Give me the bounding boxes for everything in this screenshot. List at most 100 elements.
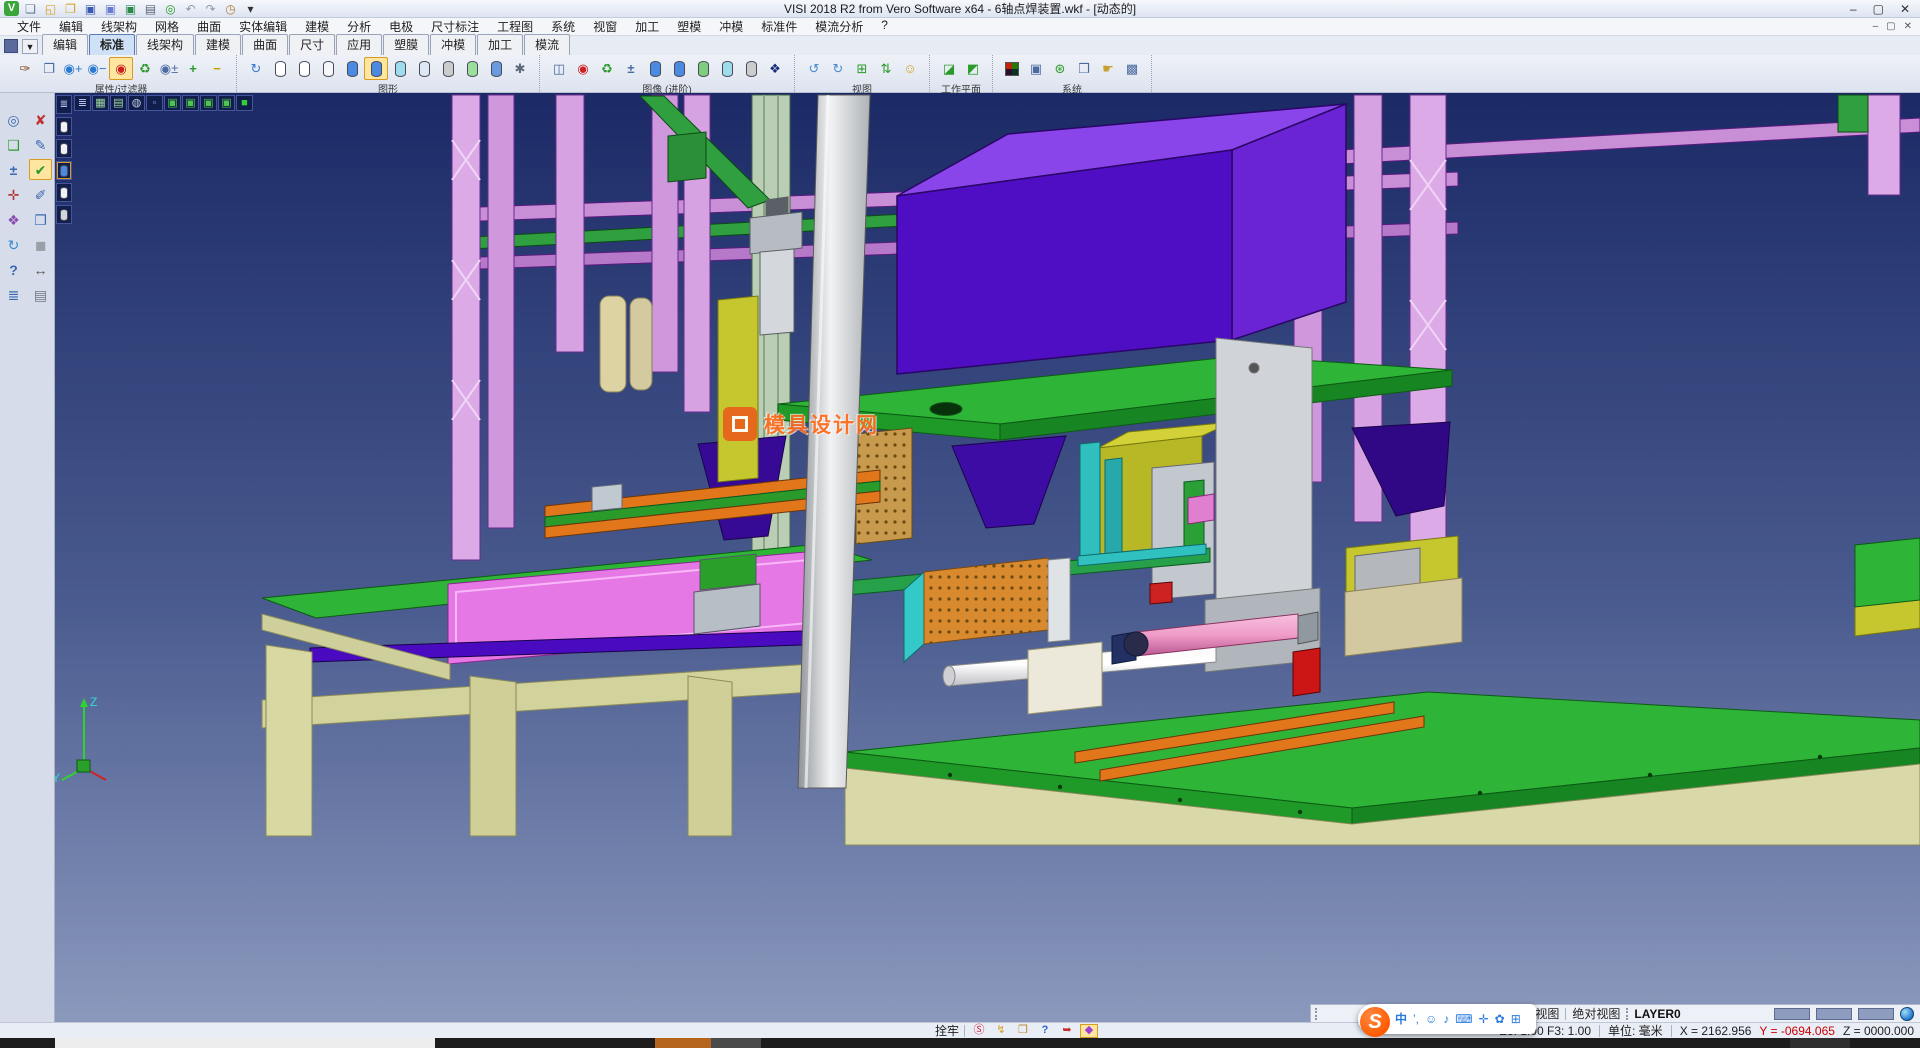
tab-dimension[interactable]: 尺寸 [289, 34, 335, 55]
tab-modeling[interactable]: 建模 [195, 34, 241, 55]
view-menu-icon[interactable]: ≣ [74, 95, 91, 111]
advanced-toggle-icon[interactable]: ± [619, 57, 643, 80]
delete-sketch-icon[interactable]: ✘ [29, 109, 52, 130]
close-button[interactable]: ✕ [1900, 2, 1910, 16]
ime-logo-icon[interactable]: S [1360, 1007, 1390, 1037]
open-file-icon[interactable]: ◱ [42, 1, 59, 16]
drag-handle[interactable] [1315, 1008, 1319, 1020]
menu-mold[interactable]: 塑模 [668, 18, 710, 35]
menu-wireframe[interactable]: 线架构 [92, 18, 146, 35]
image-export-icon[interactable]: ▣ [1024, 57, 1048, 80]
import-file-icon[interactable]: ❐ [62, 1, 79, 16]
menu-drawing[interactable]: 工程图 [488, 18, 542, 35]
taskbar-app-active[interactable] [655, 1038, 711, 1048]
doc-minimize-button[interactable]: – [1873, 21, 1879, 32]
menu-electrode[interactable]: 电极 [380, 18, 422, 35]
save-icon[interactable]: ▣ [82, 1, 99, 16]
hanging-plates[interactable] [600, 296, 652, 392]
style-dynamic-icon[interactable] [484, 57, 508, 80]
view-layout-icon[interactable]: ⊞ [850, 57, 874, 80]
view-iso-icon-4[interactable]: ▣ [218, 95, 235, 111]
minimize-button[interactable]: – [1850, 2, 1857, 16]
measure-icon[interactable]: ↔ [29, 259, 52, 280]
style-shaded-edges-icon[interactable] [364, 57, 388, 80]
advanced-shield-icon[interactable]: ❖ [763, 57, 787, 80]
globe-icon[interactable] [1900, 1007, 1914, 1021]
tab-overflow-button[interactable]: ▼ [22, 39, 38, 54]
strip-style-hatch-icon[interactable] [56, 205, 72, 224]
add-filter-icon[interactable]: + [181, 57, 205, 80]
menu-modeling[interactable]: 建模 [296, 18, 338, 35]
strip-menu-icon[interactable]: ≣ [56, 95, 72, 114]
selection-mode-icon[interactable]: ☛ [1096, 57, 1120, 80]
help-icon[interactable]: ? [2, 259, 25, 280]
redraw-icon[interactable]: ↻ [244, 57, 268, 80]
advanced-cube-icon[interactable]: ◫ [547, 57, 571, 80]
taskbar-app[interactable] [711, 1038, 761, 1048]
move-origin-icon[interactable]: ✛ [2, 184, 25, 205]
red-clamp[interactable] [1293, 648, 1320, 696]
dynamic-view-icon[interactable]: ➥ [1058, 1024, 1076, 1038]
advanced-solid-icon[interactable] [643, 57, 667, 80]
save-all-icon[interactable]: ▣ [122, 1, 139, 16]
entity-filter-icon[interactable]: ◉ [109, 57, 133, 80]
view-smiley-icon[interactable]: ☺ [898, 57, 922, 80]
tab-die[interactable]: 冲模 [430, 34, 476, 55]
frame-select-icon[interactable]: ❑ [2, 134, 25, 155]
style-hatched-icon[interactable] [436, 57, 460, 80]
advanced-hatched-icon[interactable] [739, 57, 763, 80]
new-file-icon[interactable]: ❏ [22, 1, 39, 16]
menu-standard-parts[interactable]: 标准件 [752, 18, 806, 35]
redo-icon[interactable]: ↷ [202, 1, 219, 16]
cube-display-icon[interactable]: ◼ [29, 234, 52, 255]
render-palette-icon[interactable]: ❖ [2, 209, 25, 230]
strip-style-wire-icon[interactable] [56, 117, 72, 136]
advanced-check-icon[interactable] [691, 57, 715, 80]
menu-window[interactable]: 视窗 [584, 18, 626, 35]
center-carriage[interactable] [694, 554, 760, 634]
style-flat-icon[interactable] [412, 57, 436, 80]
color-swatch-2[interactable] [1816, 1008, 1852, 1020]
style-shaded-icon[interactable] [340, 57, 364, 80]
snap-toggle-icon[interactable]: Ⓢ [970, 1024, 988, 1038]
menu-edit[interactable]: 编辑 [50, 18, 92, 35]
confirm-icon[interactable]: ✔ [29, 159, 52, 180]
toolbar-grip[interactable] [4, 39, 18, 53]
view-point-icon[interactable]: ◦ [146, 95, 163, 111]
view-sphere-icon[interactable]: ◍ [128, 95, 145, 111]
menu-mesh[interactable]: 网格 [146, 18, 188, 35]
rotate-cw-icon[interactable]: ↻ [826, 57, 850, 80]
advanced-refresh-icon[interactable]: ♻ [595, 57, 619, 80]
ime-voice-icon[interactable]: ♪ [1443, 1013, 1449, 1025]
absolute-view-label[interactable]: 绝对视图 [1572, 1005, 1620, 1022]
system-settings-icon[interactable]: ⊛ [1048, 57, 1072, 80]
workplane-box-icon[interactable]: ❒ [1014, 1024, 1032, 1038]
workplane-create-icon[interactable]: ◪ [937, 57, 961, 80]
ime-keyboard-icon[interactable]: ⌨ [1455, 1013, 1472, 1025]
menu-dimension[interactable]: 尺寸标注 [422, 18, 488, 35]
color-swatch-1[interactable] [1774, 1008, 1810, 1020]
color-table-icon[interactable] [1000, 57, 1024, 80]
workplane-edit-icon[interactable]: ◩ [961, 57, 985, 80]
layer-list-icon[interactable]: ≣ [2, 284, 25, 305]
hide-entities-icon[interactable]: ◉− [85, 57, 109, 80]
tab-edit[interactable]: 编辑 [42, 34, 88, 55]
maximize-button[interactable]: ▢ [1873, 2, 1884, 16]
ime-punct-icon[interactable]: ’, [1413, 1013, 1419, 1025]
tab-standard[interactable]: 标准 [89, 34, 135, 55]
menu-help[interactable]: ? [872, 18, 897, 35]
3d-viewport[interactable]: Z Y ≣▦▤◍◦▣▣▣▣■ ≣ 模具设计网 ⊙ 绝对 XY(+)视图 绝对视图 [55, 93, 1920, 1022]
menu-file[interactable]: 文件 [8, 18, 50, 35]
view-iso-current-icon[interactable]: ■ [236, 95, 253, 111]
report-icon[interactable]: ▤ [29, 284, 52, 305]
quick-select-icon[interactable]: ↯ [992, 1024, 1010, 1038]
save-as-icon[interactable]: ▣ [102, 1, 119, 16]
doc-close-button[interactable]: ✕ [1904, 21, 1912, 32]
view-style-icon-2[interactable]: ▤ [110, 95, 127, 111]
menu-machining[interactable]: 加工 [626, 18, 668, 35]
style-dashed-icon[interactable] [316, 57, 340, 80]
zoom-box-icon[interactable]: ± [2, 159, 25, 180]
print-icon[interactable]: ▤ [142, 1, 159, 16]
menu-surface[interactable]: 曲面 [188, 18, 230, 35]
view-iso-icon-1[interactable]: ▣ [164, 95, 181, 111]
